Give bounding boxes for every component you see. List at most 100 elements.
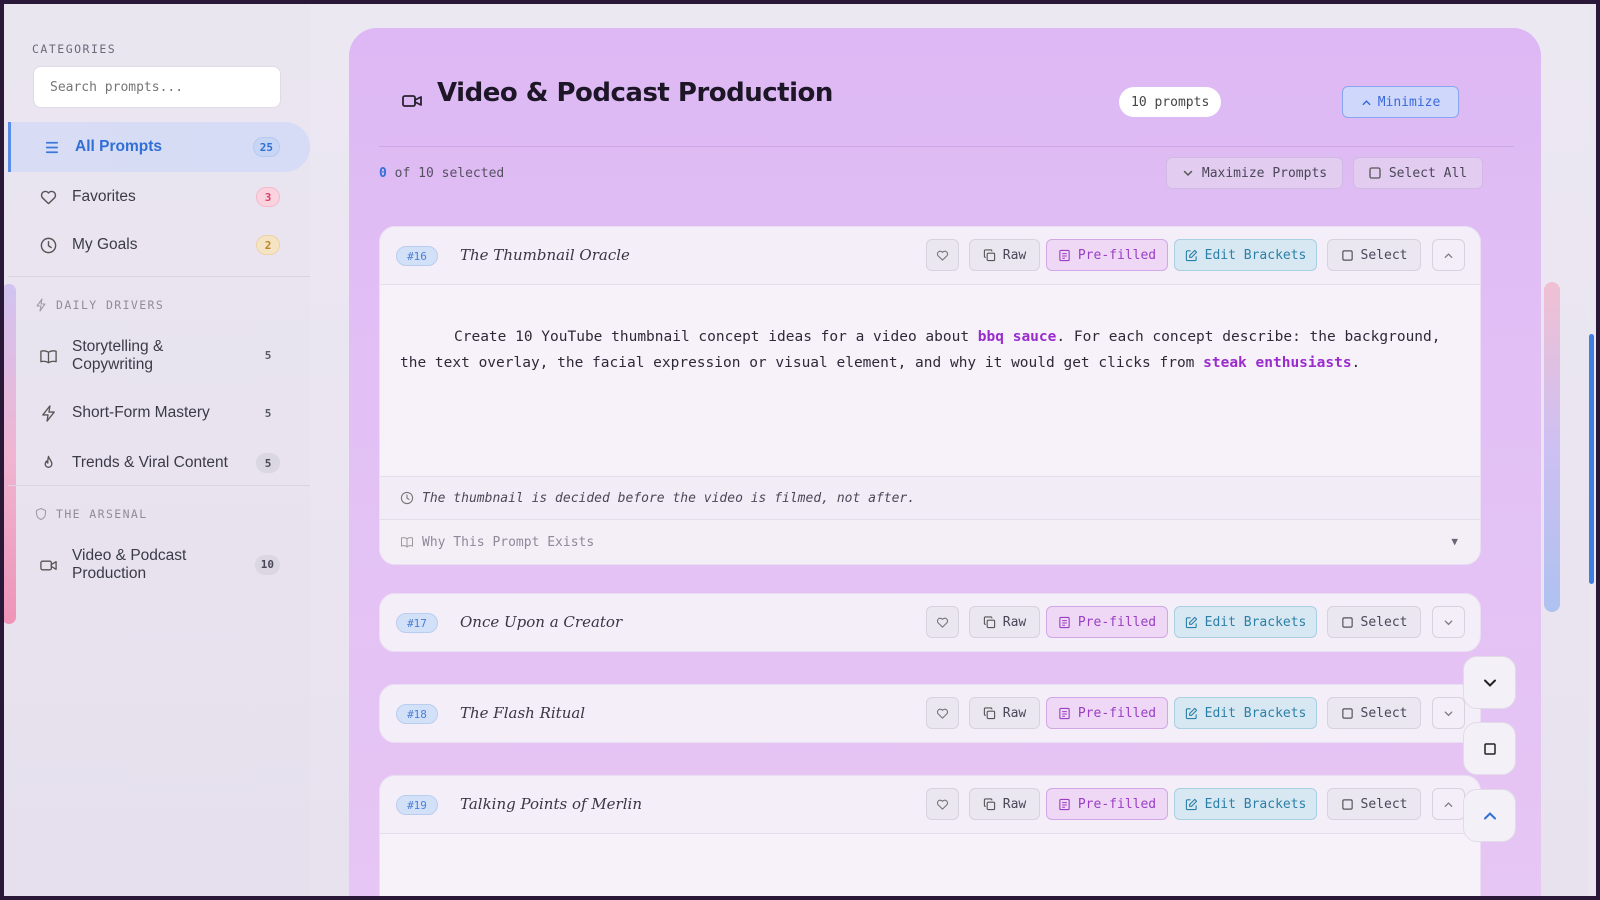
sidebar-divider <box>8 276 310 277</box>
count-badge: 2 <box>256 235 280 255</box>
why-prompt-exists-toggle[interactable]: Why This Prompt Exists ▼ <box>380 520 1480 564</box>
minimize-button[interactable]: Minimize <box>1342 86 1459 118</box>
toggle-select-mode-button[interactable] <box>1463 722 1516 775</box>
prefilled-label: Pre-filled <box>1077 247 1157 263</box>
prompt-number-badge: #19 <box>396 795 438 815</box>
section-label-text: DAILY DRIVERS <box>56 298 165 312</box>
expand-button[interactable] <box>1432 697 1465 729</box>
heart-icon <box>38 187 58 207</box>
prefilled-button[interactable]: Pre-filled <box>1046 788 1168 820</box>
sidebar-item-short-form[interactable]: Short-Form Mastery 5 <box>8 388 310 438</box>
section-the-arsenal: THE ARSENAL <box>34 507 148 521</box>
select-button[interactable]: Select <box>1327 697 1421 729</box>
edit-brackets-button[interactable]: Edit Brackets <box>1174 697 1317 729</box>
edit-brackets-button[interactable]: Edit Brackets <box>1174 606 1317 638</box>
select-label: Select <box>1360 796 1408 812</box>
chevron-up-icon <box>1444 252 1453 258</box>
favorite-button[interactable] <box>926 606 959 638</box>
prompt-text: . <box>1351 354 1361 371</box>
page-scrollbar[interactable] <box>1589 4 1596 896</box>
prompt-body: Create 10 YouTube thumbnail concept idea… <box>380 285 1480 476</box>
scroll-down-button[interactable] <box>1463 656 1516 709</box>
prompt-card-header[interactable]: #19 Talking Points of Merlin Raw Pre-fil… <box>380 776 1480 833</box>
prefilled-button[interactable]: Pre-filled <box>1046 606 1168 638</box>
raw-button[interactable]: Raw <box>969 788 1040 820</box>
video-camera-icon <box>38 555 58 575</box>
sidebar-item-all-prompts[interactable]: All Prompts 25 <box>8 122 310 172</box>
collapse-button[interactable] <box>1432 239 1465 271</box>
count-badge: 10 <box>254 555 280 575</box>
prefilled-label: Pre-filled <box>1077 614 1157 630</box>
edit-icon <box>1185 249 1197 261</box>
prompt-card: #17 Once Upon a Creator Raw Pre-filled E… <box>379 593 1481 652</box>
prefilled-label: Pre-filled <box>1077 705 1157 721</box>
count-badge: 3 <box>256 187 280 207</box>
sidebar-item-favorites[interactable]: Favorites 3 <box>8 172 310 222</box>
prompt-number-badge: #16 <box>396 246 438 266</box>
prompt-card-header[interactable]: #18 The Flash Ritual Raw Pre-filled Edit… <box>380 685 1480 742</box>
checkbox-icon <box>1341 616 1353 628</box>
favorite-button[interactable] <box>926 697 959 729</box>
checkbox-icon <box>1369 167 1381 179</box>
book-icon <box>401 537 413 548</box>
select-all-button[interactable]: Select All <box>1353 157 1483 189</box>
prefilled-button[interactable]: Pre-filled <box>1046 239 1168 271</box>
square-icon <box>1483 742 1496 755</box>
prompt-card: #16 The Thumbnail Oracle Raw Pre-filled … <box>379 226 1481 565</box>
sidebar-item-label: Video & Podcast Production <box>72 547 187 582</box>
favorite-button[interactable] <box>926 788 959 820</box>
raw-label: Raw <box>1002 247 1027 263</box>
prompt-number-badge: #18 <box>396 704 438 724</box>
categories-label: CATEGORIES <box>32 42 117 56</box>
prompt-title: The Flash Ritual <box>460 704 586 722</box>
caret-down-icon: ▼ <box>1451 535 1458 548</box>
prefilled-button[interactable]: Pre-filled <box>1046 697 1168 729</box>
app-window: CATEGORIES All Prompts 25 Favorites 3 My… <box>4 4 1596 896</box>
sidebar-item-label: Trends & Viral Content <box>72 454 228 471</box>
sidebar-item-my-goals[interactable]: My Goals 2 <box>8 220 310 270</box>
sidebar-item-trends[interactable]: Trends & Viral Content 5 <box>8 438 310 488</box>
collapse-button[interactable] <box>1432 788 1465 820</box>
prompt-text: Create 10 YouTube thumbnail concept idea… <box>454 329 978 345</box>
checkbox-icon <box>1341 707 1353 719</box>
prompt-card-header[interactable]: #16 The Thumbnail Oracle Raw Pre-filled … <box>380 227 1480 284</box>
edit-brackets-button[interactable]: Edit Brackets <box>1174 239 1317 271</box>
selected-count: 0 <box>379 166 387 181</box>
prompt-card: #19 Talking Points of Merlin Raw Pre-fil… <box>379 775 1481 896</box>
sidebar-item-label: All Prompts <box>75 138 162 155</box>
select-button[interactable]: Select <box>1327 788 1421 820</box>
favorite-button[interactable] <box>926 239 959 271</box>
search-input[interactable] <box>33 66 281 108</box>
raw-label: Raw <box>1002 796 1027 812</box>
heart-icon <box>936 799 949 810</box>
prompt-body <box>380 834 1480 896</box>
sidebar-item-storytelling[interactable]: Storytelling & Copywriting 5 <box>8 330 310 382</box>
raw-button[interactable]: Raw <box>969 697 1040 729</box>
raw-button[interactable]: Raw <box>969 239 1040 271</box>
category-panel: Video & Podcast Production 10 prompts Mi… <box>349 28 1541 896</box>
maximize-prompts-button[interactable]: Maximize Prompts <box>1166 157 1343 189</box>
edit-brackets-button[interactable]: Edit Brackets <box>1174 788 1317 820</box>
prompt-note: The thumbnail is decided before the vide… <box>380 477 1480 519</box>
document-icon <box>1059 616 1070 628</box>
chevron-down-icon <box>1183 170 1193 177</box>
select-button[interactable]: Select <box>1327 606 1421 638</box>
shield-icon <box>35 507 47 521</box>
edit-icon <box>1185 616 1197 628</box>
expand-button[interactable] <box>1432 606 1465 638</box>
scrollbar-thumb[interactable] <box>1589 334 1594 584</box>
sidebar-item-label: Favorites <box>72 188 136 205</box>
selected-suffix: of 10 selected <box>386 166 505 181</box>
copy-icon <box>983 706 995 719</box>
scroll-up-button[interactable] <box>1463 789 1516 842</box>
sidebar-item-video-podcast[interactable]: Video & Podcast Production 10 <box>8 539 310 591</box>
prompt-card-header[interactable]: #17 Once Upon a Creator Raw Pre-filled E… <box>380 594 1480 651</box>
raw-button[interactable]: Raw <box>969 606 1040 638</box>
chevron-up-icon <box>1362 99 1371 105</box>
video-camera-icon <box>402 95 422 107</box>
clock-icon <box>38 235 58 255</box>
select-button[interactable]: Select <box>1327 239 1421 271</box>
note-text: The thumbnail is decided before the vide… <box>422 490 916 506</box>
sidebar-item-label: Storytelling & Copywriting <box>72 338 164 373</box>
checkbox-icon <box>1341 798 1353 810</box>
